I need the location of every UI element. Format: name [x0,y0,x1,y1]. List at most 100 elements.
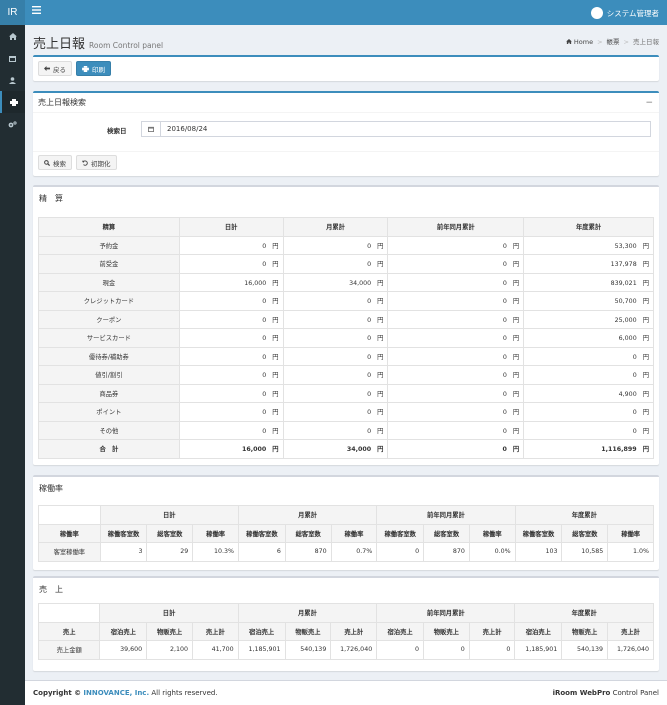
unit-label: 円 [377,446,384,454]
unit-label: 円 [377,335,384,343]
table-cell: 0円 [387,402,525,422]
menu-toggle-icon[interactable] [32,6,41,18]
unit-label: 円 [272,409,279,417]
group-header: 年度累計 [514,603,654,623]
table-cell: 540,139 [284,640,332,660]
cell-value: 0 [502,298,507,306]
date-input[interactable]: 2016/08/24 [161,121,651,137]
table-row: 前受金 0 円 0 円 0 円 137,978 円 [38,254,654,274]
sidebar-item-print[interactable] [0,91,25,113]
breadcrumb-section[interactable]: 帳票 [607,38,620,46]
undo-icon [82,159,88,166]
table-row: 現金 16,000 円 34,000 円 0 円 839,021 円 [38,272,654,292]
reset-label: 初期化 [91,159,111,168]
table-cell: 53,300 円 [523,235,654,255]
table-cell: 34,000 円 [282,439,389,459]
cell-value: 50,700 [614,298,637,306]
unit-label: 円 [512,409,520,417]
search-button[interactable]: 検索 [38,155,72,170]
home-icon [8,32,17,40]
unit-label: 円 [642,298,649,306]
table-cell: 870 [284,542,332,562]
seisan-table: 精算 日計 月累計 前年同月累計 年度累計 予約金 0 円 0 円 0 円 53,300 円前受… [38,217,654,459]
collapse-button[interactable]: − [645,93,653,113]
search-icon [44,159,50,166]
table-cell: 0円 [178,402,284,422]
cell-value: 0 [367,242,372,250]
unit-label: 円 [642,279,649,287]
sub-header: 宿泊売上 [99,621,148,641]
table-row: ポイント 0 円 0 円 0 円 0 円 [38,402,654,422]
table-cell: 4,900 円 [523,383,654,403]
unit-label: 円 [377,372,384,380]
seisan-header: 精算 [38,217,180,237]
gears-icon [8,120,17,127]
cell-value: 0 [262,261,267,269]
unit-label: 円 [377,390,384,398]
breadcrumb-home[interactable]: Home [574,38,593,46]
unit-label: 円 [512,353,520,361]
cell-value: 0 [262,298,267,306]
cell-value: 0 [367,372,372,380]
group-header: 日計 [99,505,239,525]
print-button[interactable]: 印刷 [76,61,111,76]
cell-value: 0 [262,335,267,343]
cell-value: 0 [632,353,637,361]
table-cell: 1,185,901 [514,640,563,660]
arrow-left-icon [44,66,50,71]
table-cell: 0円 [523,346,654,366]
sidebar-item-calendar[interactable] [0,47,25,69]
print-icon [9,98,18,106]
table-cell: 0円 [282,420,389,440]
table-cell: 0.0% [468,542,516,562]
user-menu[interactable]: システム管理者 [590,6,659,20]
sidebar-item-user[interactable] [0,69,25,91]
cell-value: 0 [367,298,372,306]
print-icon [82,65,89,72]
table-cell: 0円 [523,365,654,385]
unit-label: 円 [512,298,520,306]
date-picker-button[interactable] [141,121,161,137]
table-cell: 0 [376,542,425,562]
copyright-prefix: Copyright © [33,689,82,697]
unit-label: 円 [272,316,279,324]
unit-label: 円 [377,409,384,417]
table-cell: 34,000 円 [282,272,389,292]
table-cell: 0円 [178,365,284,385]
table-cell: 0円 [282,328,389,348]
company-link[interactable]: INNOVANCE, Inc. [83,689,149,697]
sub-header: 売上計 [607,621,654,641]
table-cell: 0円 [178,346,284,366]
unit-label: 円 [272,298,279,306]
table-cell: 41,700 [191,640,239,660]
sub-header: 宿泊売上 [376,621,424,641]
cell-value: 0 [632,427,637,435]
table-cell: 540,139 [561,640,609,660]
cell-value: 0 [367,316,372,324]
back-button[interactable]: 戻る [38,61,72,76]
cell-value: 0 [502,446,507,454]
copyright: Copyright © INNOVANCE, Inc. All rights r… [33,681,218,705]
table-cell: 870 [423,542,470,562]
sidebar-item-settings[interactable] [0,113,25,135]
table-cell: 10.3% [192,542,239,562]
table-cell: 1,116,899 円 [523,439,654,459]
calendar-icon [9,55,16,62]
app-logo[interactable]: IR [0,0,25,25]
cell-value: 53,300 [614,242,637,250]
reset-button[interactable]: 初期化 [76,155,117,170]
sub-header: 物販売上 [284,621,332,641]
unit-label: 円 [377,242,384,250]
cell-value: 6,000 [618,335,637,343]
top-navbar: IR システム管理者 [0,0,667,25]
row-label: 前受金 [38,254,180,274]
table-cell: 839,021 円 [523,272,654,292]
cell-value: 0 [502,390,507,398]
row-label: クーポン [38,309,180,329]
sub-header: 稼働率 [330,523,378,543]
table-cell: 0円 [282,254,389,274]
unit-label: 円 [642,242,649,250]
sidebar-item-home[interactable] [0,25,25,47]
unit-label: 円 [272,427,279,435]
cell-value: 0 [262,409,267,417]
